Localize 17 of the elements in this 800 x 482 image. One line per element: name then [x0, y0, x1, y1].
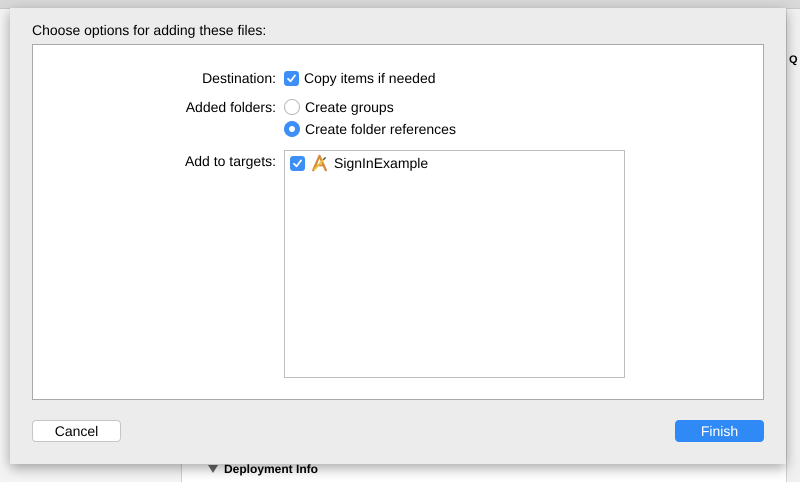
option-label: Copy items if needed [304, 68, 436, 88]
radio-button[interactable] [284, 121, 300, 137]
sheet-title: Choose options for adding these files: [32, 21, 268, 40]
option-label: Create groups [305, 98, 394, 117]
app-icon [310, 154, 329, 172]
field-label: Added folders: [184, 98, 276, 117]
column-heading: Q [788, 54, 798, 66]
checkbox[interactable] [284, 70, 299, 86]
cancel-button[interactable]: Cancel [32, 420, 121, 442]
checkbox[interactable] [290, 156, 305, 170]
field-label: Destination: [201, 69, 276, 88]
field-label: Add to targets: [184, 152, 276, 171]
radio-button[interactable] [284, 99, 300, 115]
option-label: SignInExample [334, 154, 428, 173]
option-label: Create folder references [305, 120, 456, 138]
disclosure-triangle-icon[interactable] [208, 464, 218, 474]
section-title: Deployment Info [224, 461, 318, 478]
